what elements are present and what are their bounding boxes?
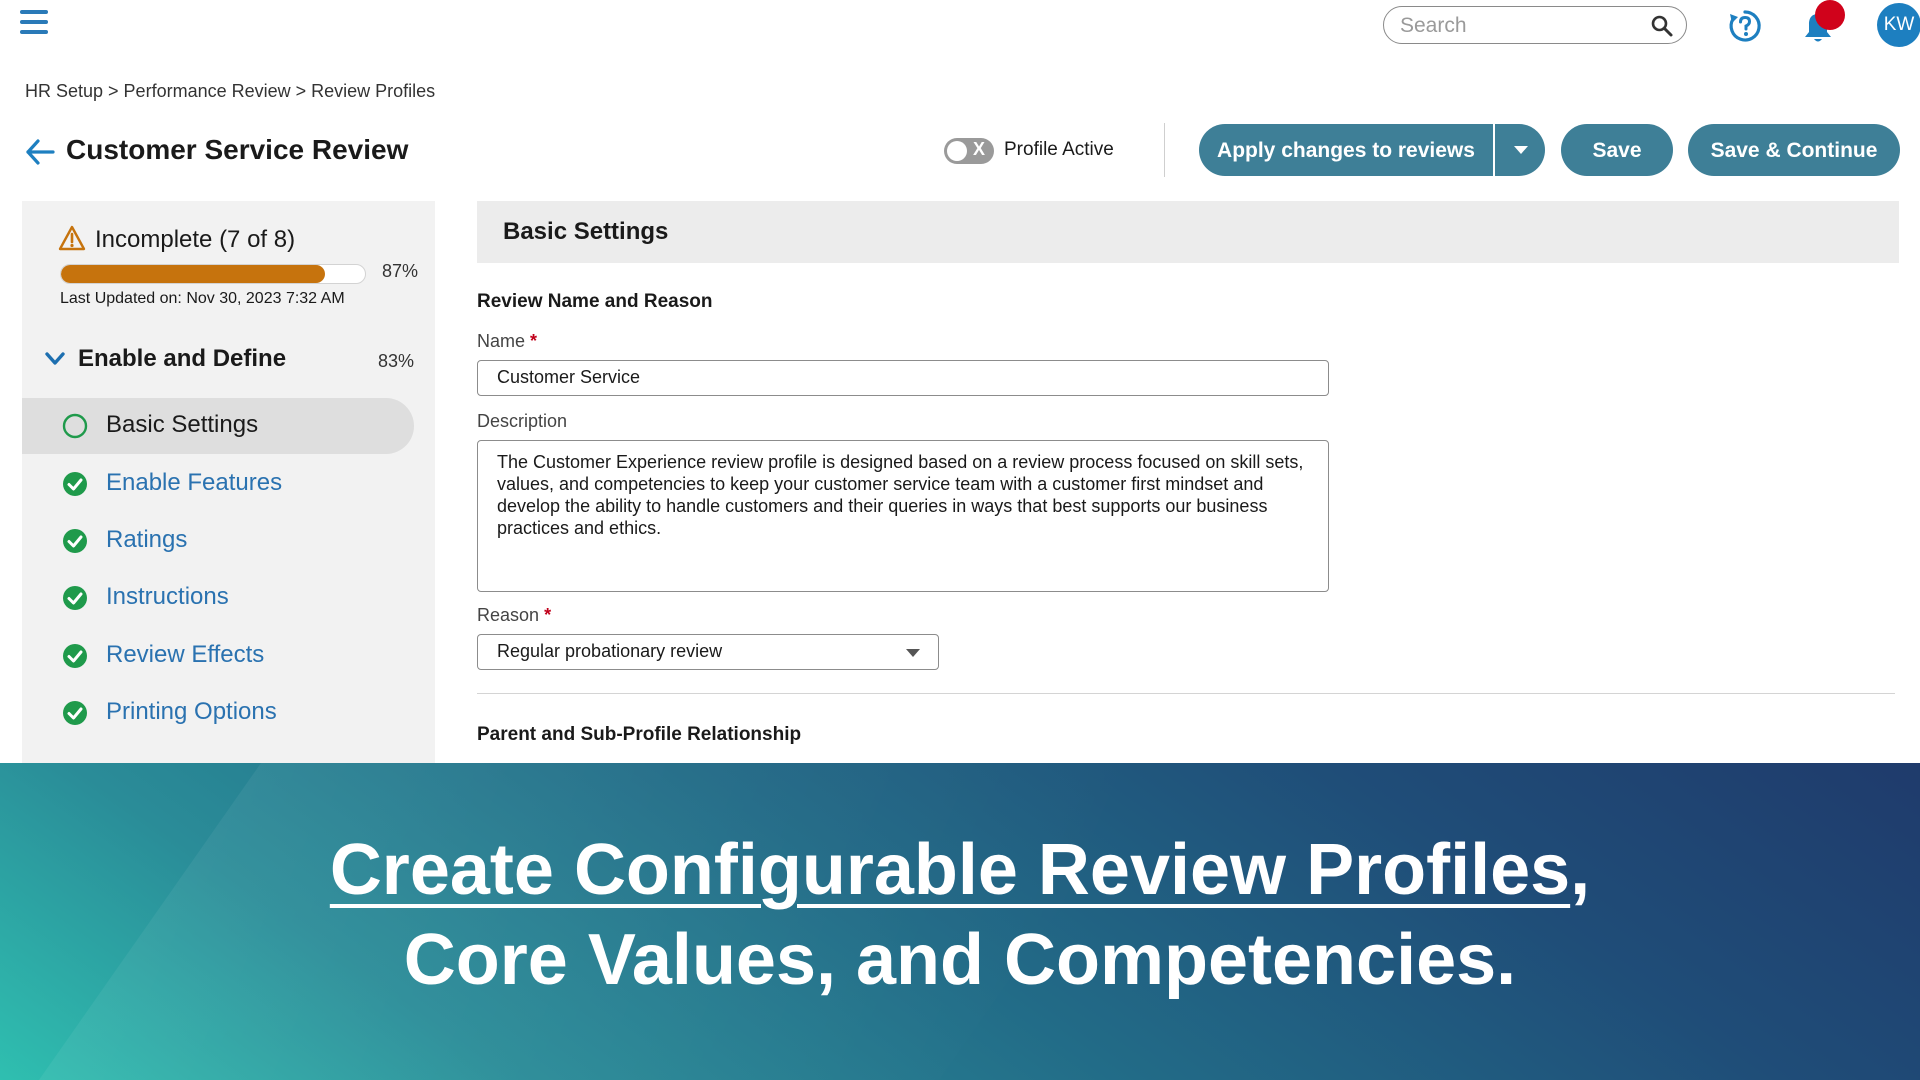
sidebar-item-basic-settings[interactable]: Basic Settings [22,398,414,454]
reason-selected-value: Regular probationary review [497,641,723,661]
apply-changes-dropdown-button[interactable] [1495,124,1545,176]
progress-fill [61,265,326,283]
apply-changes-button[interactable]: Apply changes to reviews [1199,124,1493,176]
save-button[interactable]: Save [1561,124,1673,176]
circle-outline-icon [62,413,88,439]
basic-settings-header: Basic Settings [477,201,1899,263]
hamburger-menu-icon[interactable] [20,10,48,36]
promo-banner: Create Configurable Review Profiles, Cor… [0,763,1920,1080]
banner-headline-line1: Create Configurable Review Profiles, [0,829,1920,911]
last-updated-timestamp: Last Updated on: Nov 30, 2023 7:32 AM [60,290,345,307]
completion-status: Incomplete (7 of 8) [95,226,296,253]
back-arrow-icon[interactable] [24,136,56,168]
chevron-down-icon [1514,146,1528,154]
name-label: Name * [477,331,537,352]
section-percent: 83% [378,351,415,371]
banner-line1-tail: , [1570,830,1591,910]
sidebar-item-label: Instructions [106,583,229,610]
reason-label-text: Reason [477,605,540,625]
check-circle-icon [63,701,87,725]
section-heading: Basic Settings [503,218,669,245]
banner-headline-line2: Core Values, and Competencies. [403,920,1517,1000]
sidebar-item-review-effects[interactable]: Review Effects [22,628,414,684]
notification-badge [1815,0,1845,30]
sidebar-item-label: Basic Settings [106,411,259,438]
check-circle-icon [63,586,87,610]
name-field[interactable]: Customer Service [477,360,1329,396]
breadcrumb: HR Setup > Performance Review > Review P… [25,81,436,101]
sidebar-item-instructions[interactable]: Instructions [22,570,414,626]
check-circle-icon [63,644,87,668]
reason-label: Reason * [477,605,551,626]
page-title: Customer Service Review [66,134,409,165]
warning-icon [58,225,86,251]
sidebar-item-enable-features[interactable]: Enable Features [22,456,414,512]
help-icon[interactable] [1727,8,1763,44]
sidebar-item-label: Review Effects [106,641,265,668]
toggle-knob [947,141,967,161]
profile-active-toggle[interactable]: X [944,138,994,164]
section-enable-and-define[interactable]: Enable and Define [78,345,286,373]
search-input[interactable] [1398,11,1642,41]
review-name-reason-heading: Review Name and Reason [477,291,713,312]
parent-sub-profile-heading: Parent and Sub-Profile Relationship [477,724,802,745]
save-and-continue-button[interactable]: Save & Continue [1688,124,1900,176]
required-marker: * [544,605,552,625]
header-divider [1164,123,1165,177]
search-icon[interactable] [1650,14,1674,38]
profile-active-label: Profile Active [1004,139,1114,160]
sidebar-item-ratings[interactable]: Ratings [22,513,414,569]
sidebar-item-label: Enable Features [106,469,283,496]
check-circle-icon [63,472,87,496]
toggle-off-icon: X [972,139,985,159]
sidebar-item-label: Printing Options [106,698,277,725]
form-divider [477,693,1895,694]
name-label-text: Name [477,331,526,351]
user-avatar[interactable]: KW [1877,3,1920,47]
banner-underlined-text: Create Configurable Review Profiles [329,830,1571,910]
description-field[interactable]: The Customer Experience review profile i… [477,440,1329,592]
check-circle-icon [63,529,87,553]
search-bar [1383,6,1687,44]
reason-select[interactable]: Regular probationary review [477,634,939,670]
completion-progress-bar [60,264,366,284]
chevron-down-icon[interactable] [44,350,66,368]
sidebar-item-label: Ratings [106,526,188,553]
required-marker: * [530,331,538,351]
completion-percent: 87% [382,261,419,281]
description-label: Description [477,411,568,431]
sidebar-item-printing-options[interactable]: Printing Options [22,685,414,741]
caret-down-icon [906,649,920,657]
